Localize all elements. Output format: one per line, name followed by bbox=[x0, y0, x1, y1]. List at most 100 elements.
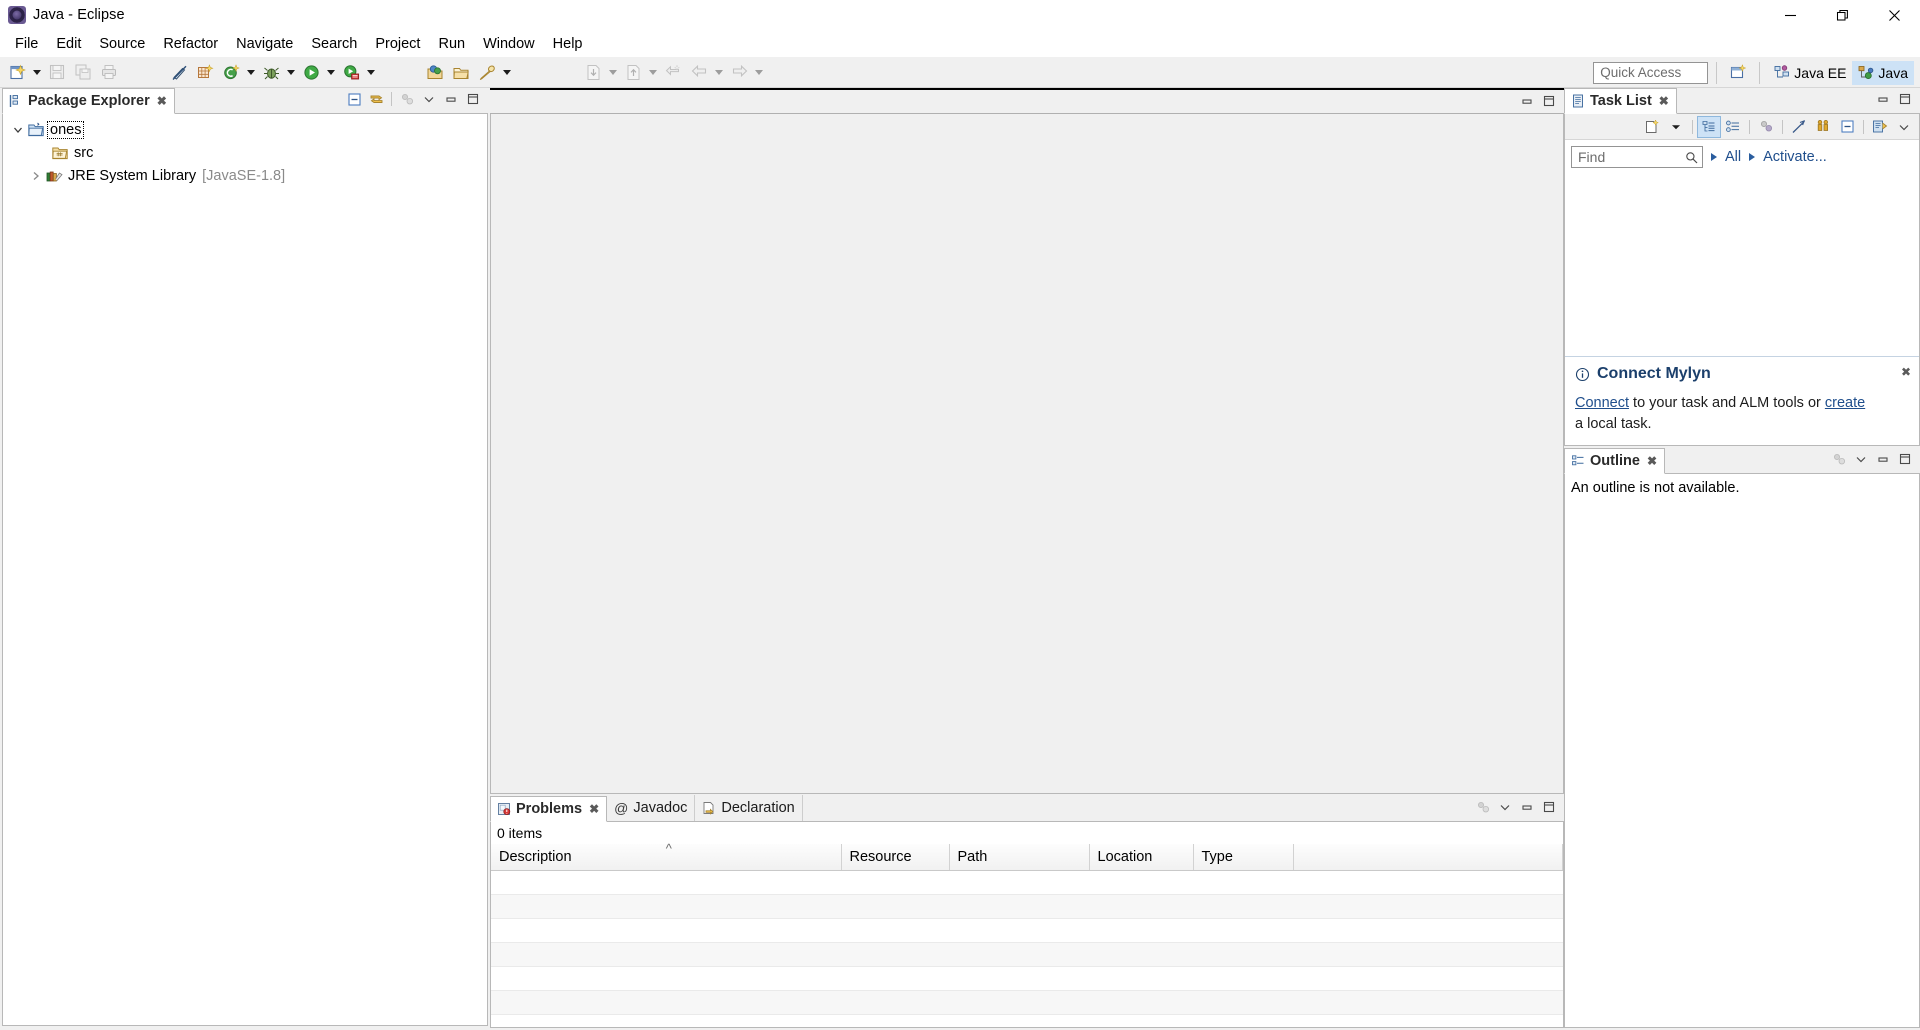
create-link[interactable]: create bbox=[1825, 395, 1865, 411]
new-class-dropdown[interactable] bbox=[244, 60, 258, 85]
tree-item-jre-system-library[interactable]: JRE System Library [JavaSE-1.8] bbox=[3, 164, 487, 187]
minimize-small-icon[interactable] bbox=[1836, 117, 1858, 137]
link-with-editor-button[interactable] bbox=[366, 90, 386, 108]
table-row[interactable] bbox=[491, 870, 1563, 895]
menu-help[interactable]: Help bbox=[544, 32, 592, 56]
new-wizard-button[interactable] bbox=[4, 60, 30, 85]
run-dropdown[interactable] bbox=[324, 60, 338, 85]
minimize-icon[interactable] bbox=[1517, 798, 1537, 816]
menu-run[interactable]: Run bbox=[429, 32, 474, 56]
search-icon[interactable] bbox=[1685, 151, 1698, 164]
run-button[interactable] bbox=[298, 60, 324, 85]
tab-outline[interactable]: Outline ✖ bbox=[1564, 448, 1666, 474]
forward-button[interactable] bbox=[726, 60, 752, 85]
close-icon[interactable]: ✖ bbox=[157, 94, 167, 108]
close-icon[interactable]: ✖ bbox=[1901, 365, 1911, 379]
save-all-button[interactable] bbox=[70, 60, 96, 85]
maximize-icon[interactable] bbox=[1539, 798, 1559, 816]
focus-icon[interactable] bbox=[1755, 117, 1777, 137]
restore-tasks-icon[interactable] bbox=[1812, 117, 1834, 137]
next-annotation-button[interactable] bbox=[580, 60, 606, 85]
focus-icon[interactable] bbox=[1473, 798, 1493, 816]
table-row[interactable] bbox=[491, 942, 1563, 967]
debug-button[interactable] bbox=[258, 60, 284, 85]
close-window-button[interactable] bbox=[1868, 0, 1920, 30]
categorized-icon[interactable] bbox=[1697, 115, 1721, 138]
menu-window[interactable]: Window bbox=[474, 32, 544, 56]
tab-problems[interactable]: Problems ✖ bbox=[490, 796, 608, 822]
quick-access-input[interactable]: Quick Access bbox=[1593, 61, 1709, 84]
column-description[interactable]: Description bbox=[491, 841, 842, 871]
table-row[interactable] bbox=[491, 966, 1563, 991]
twisty-expanded-icon[interactable] bbox=[9, 121, 27, 139]
debug-dropdown[interactable] bbox=[284, 60, 298, 85]
menu-navigate[interactable]: Navigate bbox=[227, 32, 302, 56]
menu-source[interactable]: Source bbox=[90, 32, 154, 56]
menu-project[interactable]: Project bbox=[366, 32, 429, 56]
last-edit-location-button[interactable] bbox=[660, 60, 686, 85]
table-row[interactable] bbox=[491, 990, 1563, 1015]
minimize-icon[interactable] bbox=[441, 90, 461, 108]
chevron-down-icon[interactable] bbox=[1851, 450, 1871, 468]
filter-activate-label[interactable]: Activate... bbox=[1763, 149, 1827, 165]
maximize-icon[interactable] bbox=[1895, 450, 1915, 468]
scheduled-icon[interactable] bbox=[1722, 117, 1744, 137]
toggle-mark-occurrences-button[interactable] bbox=[166, 60, 192, 85]
search-dropdown[interactable] bbox=[500, 60, 514, 85]
tab-declaration[interactable]: Declaration bbox=[695, 795, 803, 821]
open-task-button[interactable] bbox=[448, 60, 474, 85]
menu-search[interactable]: Search bbox=[302, 32, 366, 56]
restore-window-button[interactable] bbox=[1816, 0, 1868, 30]
table-row[interactable] bbox=[491, 918, 1563, 943]
close-icon[interactable]: ✖ bbox=[589, 802, 599, 816]
column-type[interactable]: Type bbox=[1193, 844, 1294, 871]
new-task-dropdown-icon[interactable] bbox=[1665, 117, 1687, 137]
column-path[interactable]: Path bbox=[949, 844, 1090, 871]
menu-file[interactable]: File bbox=[6, 32, 47, 56]
chevron-down-icon[interactable] bbox=[1495, 798, 1515, 816]
maximize-icon[interactable] bbox=[1539, 92, 1559, 110]
perspective-java-ee-button[interactable]: Java EE bbox=[1768, 61, 1852, 85]
tree-item-ones[interactable]: ones bbox=[3, 118, 487, 141]
new-class-button[interactable] bbox=[218, 60, 244, 85]
back-dropdown[interactable] bbox=[712, 60, 726, 85]
column-resource[interactable]: Resource bbox=[841, 844, 950, 871]
collapse-all-icon[interactable] bbox=[1788, 117, 1810, 137]
search-button[interactable] bbox=[474, 60, 500, 85]
maximize-icon[interactable] bbox=[1895, 90, 1915, 108]
new-task-button[interactable] bbox=[1641, 117, 1663, 137]
maximize-icon[interactable] bbox=[463, 90, 483, 108]
print-button[interactable] bbox=[96, 60, 122, 85]
find-input[interactable]: Find bbox=[1571, 146, 1703, 168]
tree-item-src[interactable]: src bbox=[3, 141, 487, 164]
tab-package-explorer[interactable]: Package Explorer ✖ bbox=[2, 88, 175, 114]
previous-annotation-button[interactable] bbox=[620, 60, 646, 85]
forward-dropdown[interactable] bbox=[752, 60, 766, 85]
chevron-down-icon[interactable] bbox=[1893, 117, 1915, 137]
focus-icon[interactable] bbox=[397, 90, 417, 108]
close-icon[interactable]: ✖ bbox=[1659, 94, 1669, 108]
run-external-tools-dropdown[interactable] bbox=[364, 60, 378, 85]
previous-annotation-dropdown[interactable] bbox=[646, 60, 660, 85]
column-location[interactable]: Location bbox=[1089, 844, 1194, 871]
menu-refactor[interactable]: Refactor bbox=[154, 32, 227, 56]
open-perspective-icon[interactable] bbox=[1725, 60, 1751, 85]
close-icon[interactable]: ✖ bbox=[1647, 454, 1657, 468]
minimize-icon[interactable] bbox=[1873, 90, 1893, 108]
restore-icon[interactable] bbox=[1517, 92, 1537, 110]
synchronize-icon[interactable] bbox=[1869, 117, 1891, 137]
open-type-button[interactable] bbox=[422, 60, 448, 85]
minimize-icon[interactable] bbox=[1873, 450, 1893, 468]
new-java-project-button[interactable] bbox=[192, 60, 218, 85]
run-external-tools-button[interactable] bbox=[338, 60, 364, 85]
tab-javadoc[interactable]: @ Javadoc bbox=[607, 795, 696, 821]
new-wizard-dropdown[interactable] bbox=[30, 60, 44, 85]
chevron-down-icon[interactable] bbox=[419, 90, 439, 108]
next-annotation-dropdown[interactable] bbox=[606, 60, 620, 85]
perspective-java-button[interactable]: Java bbox=[1852, 60, 1914, 85]
twisty-collapsed-icon[interactable] bbox=[27, 167, 45, 185]
collapse-all-button[interactable] bbox=[344, 90, 364, 108]
menu-edit[interactable]: Edit bbox=[47, 32, 90, 56]
tab-task-list[interactable]: Task List ✖ bbox=[1564, 88, 1677, 114]
task-list-empty-area[interactable] bbox=[1565, 170, 1919, 356]
